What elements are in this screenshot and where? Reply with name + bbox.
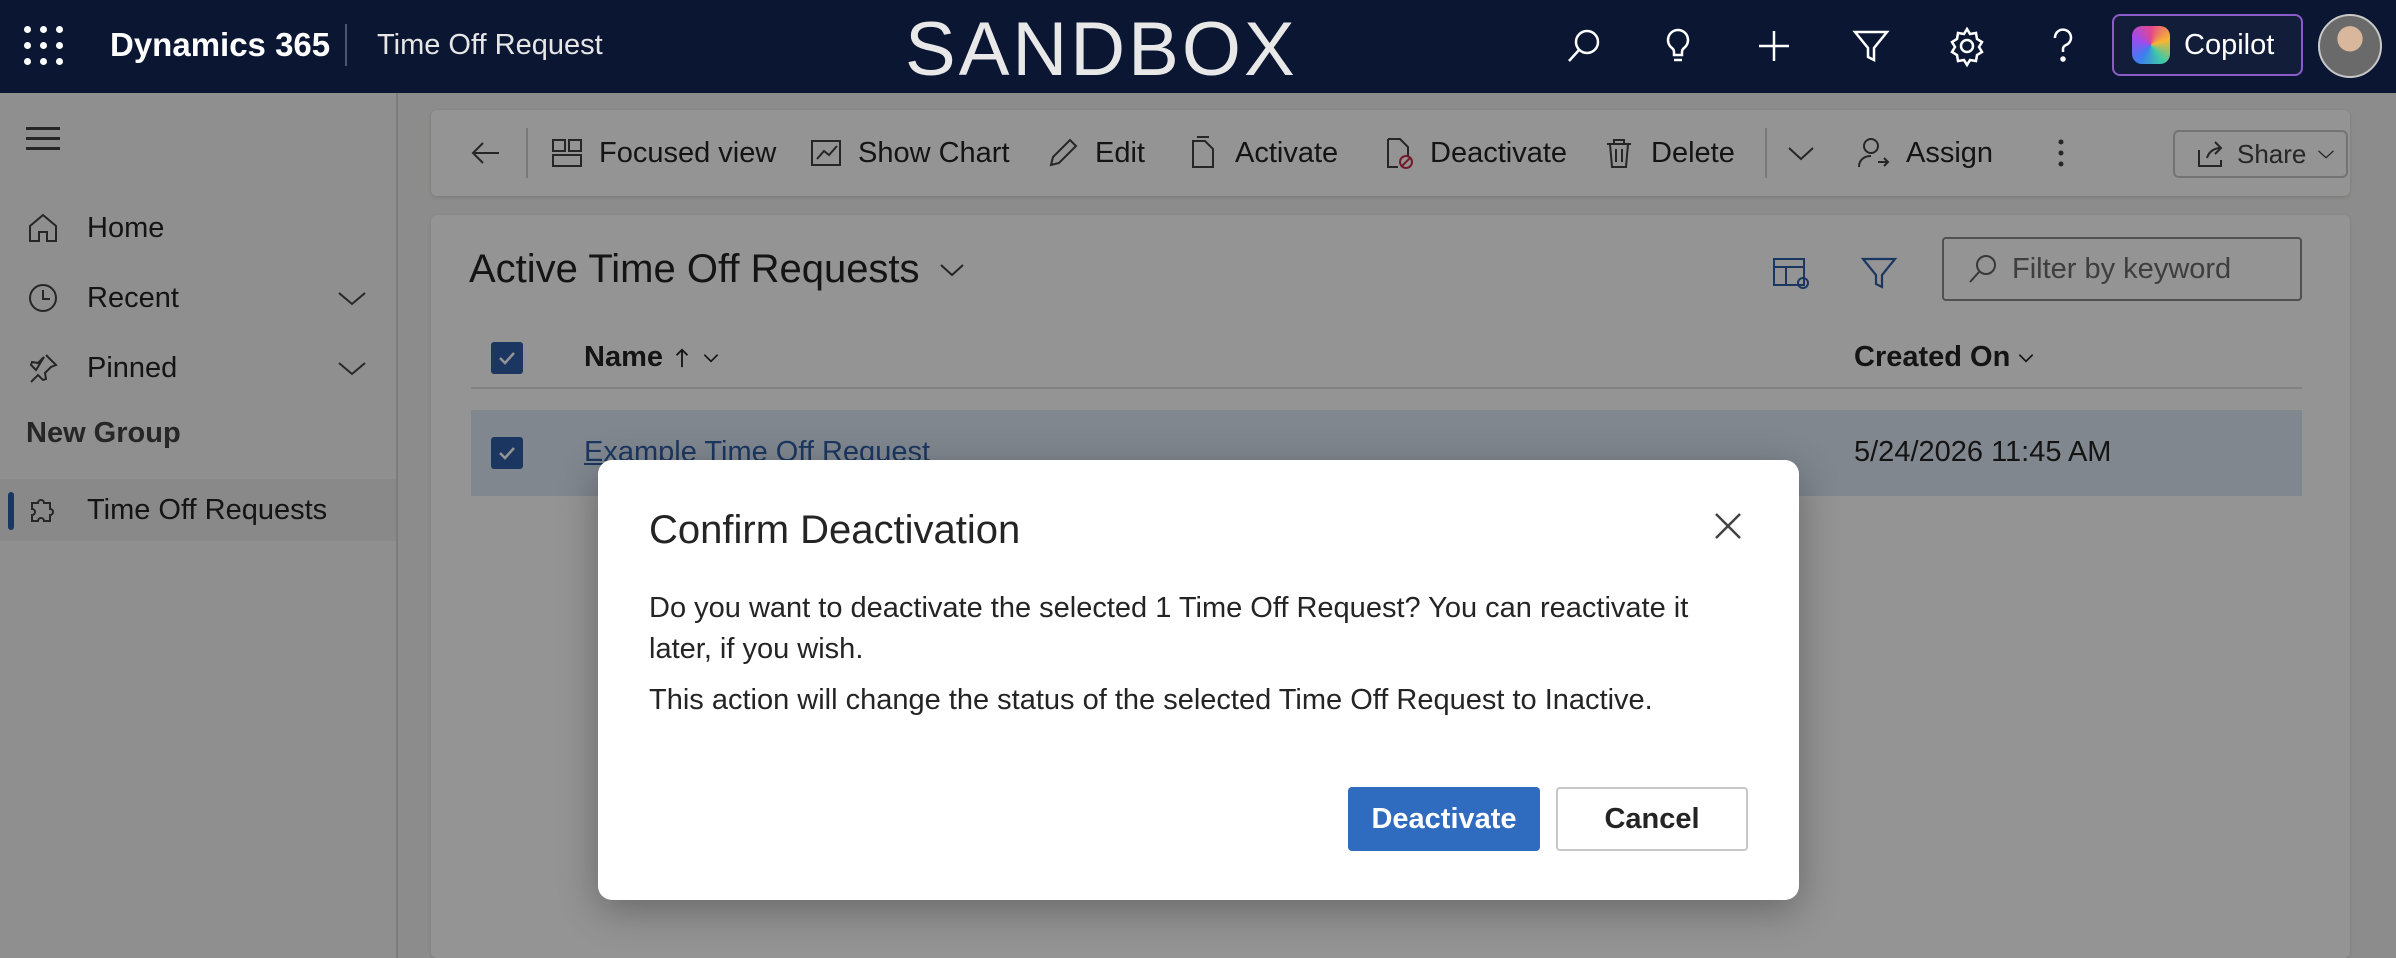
close-icon[interactable] xyxy=(1708,506,1748,546)
deactivate-confirm-button[interactable]: Deactivate xyxy=(1348,787,1540,851)
copilot-button[interactable]: Copilot xyxy=(2112,14,2303,76)
app-launcher-icon[interactable] xyxy=(24,26,64,66)
top-navigation-bar: Dynamics 365 Time Off Request SANDBOX Co… xyxy=(0,0,2396,93)
brand-divider xyxy=(345,24,347,66)
dialog-message: Do you want to deactivate the selected 1… xyxy=(649,592,1689,665)
lightbulb-icon[interactable] xyxy=(1656,24,1700,68)
search-icon[interactable] xyxy=(1562,24,1606,68)
copilot-logo-icon xyxy=(2132,26,2170,64)
dialog-title: Confirm Deactivation xyxy=(649,508,1021,552)
app-title[interactable]: Time Off Request xyxy=(377,29,603,62)
help-icon[interactable] xyxy=(2041,24,2085,68)
dialog-detail: This action will change the status of th… xyxy=(649,684,1653,716)
user-avatar[interactable] xyxy=(2318,14,2382,78)
cancel-button[interactable]: Cancel xyxy=(1556,787,1748,851)
copilot-label: Copilot xyxy=(2184,28,2275,61)
confirm-deactivation-dialog: Confirm Deactivation Do you want to deac… xyxy=(598,460,1799,900)
filter-icon[interactable] xyxy=(1849,24,1893,68)
brand-name[interactable]: Dynamics 365 xyxy=(110,26,330,64)
gear-icon[interactable] xyxy=(1945,24,1989,68)
environment-label: SANDBOX xyxy=(905,7,1298,92)
plus-icon[interactable] xyxy=(1752,24,1796,68)
